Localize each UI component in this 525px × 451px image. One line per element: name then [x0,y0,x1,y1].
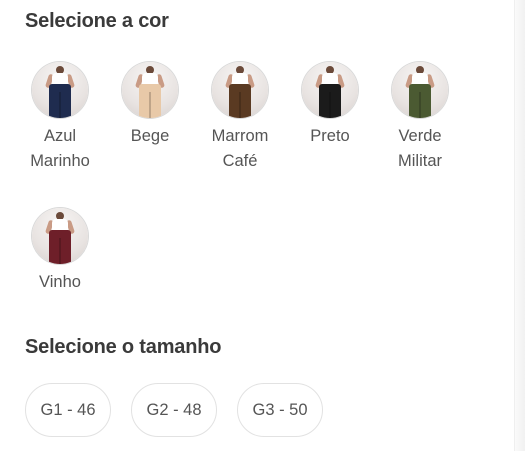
color-option-azul-marinho[interactable]: Azul Marinho [15,62,105,174]
pants-color [229,84,251,118]
color-thumbnail [302,62,358,118]
pants-color [139,84,161,118]
pants-color [49,84,71,118]
size-option-g1[interactable]: G1 - 46 [25,383,111,437]
pants-color [319,84,341,118]
color-option-marrom-cafe[interactable]: Marrom Café [195,62,285,174]
product-variant-selector: Selecione a cor Azul Marinho Bege Marrom… [0,0,525,451]
size-option-g2[interactable]: G2 - 48 [131,383,217,437]
color-option-verde-militar[interactable]: Verde Militar [375,62,465,174]
color-option-label: Vinho [39,273,81,291]
scroll-edge [514,0,525,451]
color-option-label: Bege [130,127,170,145]
color-option-label: Preto [310,127,350,145]
color-section-title: Selecione a cor [25,10,169,32]
pants-color [49,230,71,264]
color-option-label: Marrom Café [211,127,269,170]
color-thumbnail [32,62,88,118]
color-option-preto[interactable]: Preto [285,62,375,149]
color-option-vinho[interactable]: Vinho [15,208,105,295]
color-thumbnail [122,62,178,118]
color-option-bege[interactable]: Bege [105,62,195,149]
size-option-g3[interactable]: G3 - 50 [237,383,323,437]
color-thumbnail [212,62,268,118]
color-thumbnail [392,62,448,118]
size-section-title: Selecione o tamanho [25,336,222,358]
color-thumbnail [32,208,88,264]
color-option-label: Verde Militar [398,127,442,170]
pants-color [409,84,431,118]
color-option-label: Azul Marinho [30,127,90,170]
